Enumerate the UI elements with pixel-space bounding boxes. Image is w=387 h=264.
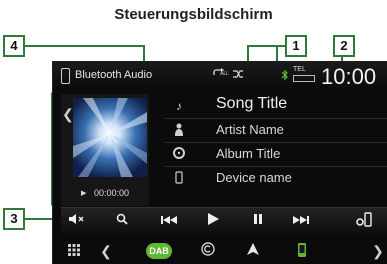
next-track-icon[interactable] (289, 212, 313, 230)
chevron-left-icon[interactable]: ❮ (62, 106, 74, 123)
album-artwork[interactable] (73, 98, 147, 177)
source-title: Bluetooth Audio (75, 69, 153, 81)
control-bar (61, 207, 387, 234)
tel-status-label: TEL (293, 66, 306, 73)
mute-icon[interactable] (65, 212, 89, 230)
chevron-right-icon[interactable]: ❯ (371, 242, 385, 260)
device-name: Device name (216, 170, 292, 185)
clock: 10:00 (321, 64, 377, 89)
page-heading: Steuerungsbildschirm (114, 6, 273, 23)
grid-menu-icon[interactable] (65, 242, 83, 260)
artist-row: Artist Name (164, 119, 387, 141)
track-info-panel: ♪ Song Title Artist Name Album Title Dev… (164, 95, 387, 190)
android-auto-icon[interactable] (199, 242, 217, 260)
album-title: Album Title (216, 146, 281, 161)
device-icon (173, 171, 185, 185)
album-row: Album Title (164, 143, 387, 165)
device-row: Device name (164, 167, 387, 189)
bottom-nav-bar: ❮ DAB ❯ (53, 239, 387, 264)
title-bar: Bluetooth Audio ALL TEL 10:00 (53, 61, 387, 89)
battery-icon (293, 75, 315, 82)
callout-4: 4 (3, 35, 25, 57)
device-settings-icon[interactable] (351, 212, 377, 230)
callout-4-line (25, 45, 145, 47)
shuffle-icon[interactable] (232, 68, 244, 83)
phone-icon (61, 68, 70, 84)
artist-icon (173, 123, 185, 137)
artist-name: Artist Name (216, 122, 284, 137)
chevron-left-icon[interactable]: ❮ (99, 242, 113, 260)
song-title-row: ♪ Song Title (164, 95, 387, 117)
head-unit-screen: Bluetooth Audio ALL TEL 10:00 ❮ ▶ 00:00:… (52, 61, 387, 264)
repeat-shuffle-group[interactable]: ALL (210, 67, 244, 83)
music-note-icon: ♪ (176, 99, 182, 113)
callout-3: 3 (3, 208, 25, 230)
previous-track-icon[interactable] (157, 212, 181, 230)
album-disc-icon (173, 147, 185, 161)
repeat-all-label: ALL (220, 71, 229, 77)
callout-2: 2 (333, 35, 355, 57)
search-icon[interactable] (111, 212, 133, 230)
callout-1: 1 (285, 35, 307, 57)
song-title: Song Title (216, 95, 288, 112)
phone-source-icon[interactable] (293, 242, 311, 260)
elapsed-time: 00:00:00 (94, 188, 130, 198)
artwork-panel[interactable]: ❮ ▶ 00:00:00 (61, 94, 149, 206)
navigation-icon[interactable] (243, 242, 263, 260)
play-icon[interactable] (201, 212, 225, 230)
play-indicator-icon: ▶ (81, 190, 87, 197)
callout-1-line-h2 (247, 45, 278, 47)
dab-source-button[interactable]: DAB (146, 243, 172, 259)
pause-icon[interactable] (247, 212, 269, 230)
bluetooth-connection-icon (280, 68, 290, 81)
